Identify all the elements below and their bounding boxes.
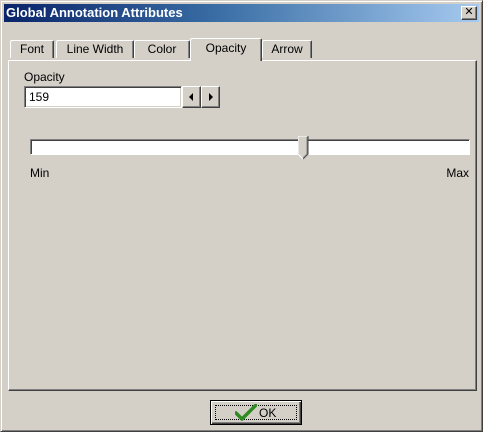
arrow-right-icon [209, 93, 213, 101]
close-button[interactable]: ✕ [461, 6, 477, 20]
increment-button[interactable] [201, 86, 220, 108]
tab-label: Line Width [66, 42, 124, 56]
slider-max-label: Max [446, 166, 469, 180]
arrow-left-icon [189, 93, 193, 101]
tab-label: Opacity [205, 41, 247, 55]
check-icon [235, 404, 257, 421]
close-icon: ✕ [464, 6, 474, 18]
tab-arrow[interactable]: Arrow [262, 40, 312, 58]
tab-font[interactable]: Font [10, 40, 54, 58]
tab-label: Color [147, 42, 177, 56]
tab-opacity[interactable]: Opacity [190, 38, 262, 61]
tab-label: Font [19, 42, 44, 56]
slider-thumb-icon [297, 136, 309, 160]
decrement-button[interactable] [182, 86, 201, 108]
opacity-slider-thumb[interactable] [297, 136, 309, 160]
slider-min-label: Min [30, 166, 50, 180]
tab-line-width[interactable]: Line Width [56, 40, 134, 58]
dialog-title: Global Annotation Attributes [6, 5, 183, 20]
ok-label: OK [259, 406, 277, 420]
tab-panel-opacity [8, 60, 477, 391]
title-bar[interactable]: Global Annotation Attributes ✕ [4, 4, 479, 22]
opacity-label: Opacity [24, 70, 65, 84]
opacity-slider-track[interactable] [30, 139, 470, 155]
tab-label: Arrow [271, 42, 303, 56]
opacity-input[interactable] [24, 86, 182, 108]
tab-color[interactable]: Color [134, 40, 190, 58]
ok-button[interactable]: OK [210, 400, 302, 425]
